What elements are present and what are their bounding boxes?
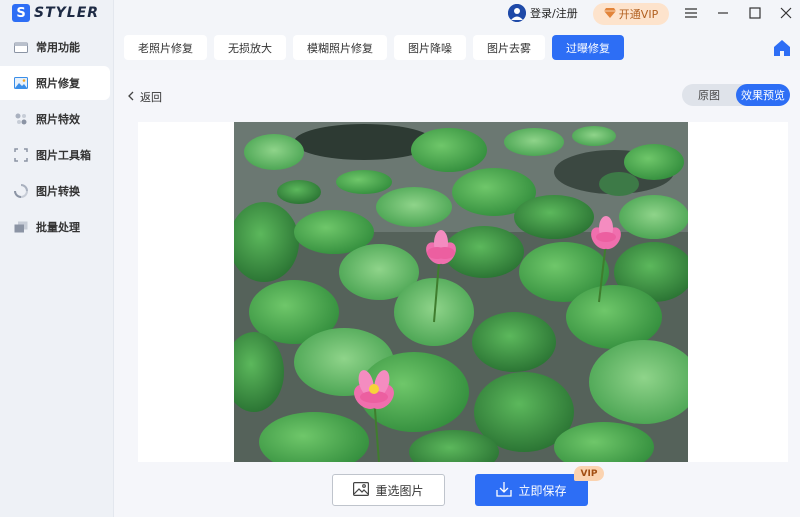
image-icon xyxy=(14,76,28,90)
download-icon xyxy=(496,481,513,500)
login-label[interactable]: 登录/注册 xyxy=(530,5,578,21)
sidebar-item-label: 常用功能 xyxy=(36,41,80,54)
close-icon[interactable] xyxy=(779,6,793,20)
sidebar: S STYLER 常用功能 照片修复 照片特效 图片工具箱 图片转换 批量处理 xyxy=(0,0,114,517)
sidebar-item-convert[interactable]: 图片转换 xyxy=(0,174,110,208)
layers-icon xyxy=(14,220,28,234)
app-logo: S STYLER xyxy=(12,4,99,22)
reselect-image-button[interactable]: 重选图片 xyxy=(332,474,445,506)
sidebar-item-photo-repair[interactable]: 照片修复 xyxy=(0,66,110,100)
maximize-icon[interactable] xyxy=(748,6,762,20)
tab-blur-repair[interactable]: 模糊照片修复 xyxy=(293,35,387,60)
toolbox-icon xyxy=(14,40,28,54)
convert-icon xyxy=(14,184,28,198)
sidebar-item-label: 批量处理 xyxy=(36,221,80,234)
diamond-icon xyxy=(603,7,616,21)
preview-photo xyxy=(234,122,688,462)
toggle-original[interactable]: 原图 xyxy=(682,84,736,106)
sidebar-item-common[interactable]: 常用功能 xyxy=(0,30,110,64)
save-now-button[interactable]: 立即保存 xyxy=(475,474,588,506)
tab-old-photo-repair[interactable]: 老照片修复 xyxy=(124,35,207,60)
save-label: 立即保存 xyxy=(518,483,567,498)
minimize-icon[interactable] xyxy=(716,6,730,20)
chevron-left-icon xyxy=(128,91,134,104)
feature-tabs: 老照片修复 无损放大 模糊照片修复 图片降噪 图片去雾 过曝修复 xyxy=(124,35,624,60)
tab-overexposure-repair[interactable]: 过曝修复 xyxy=(552,35,624,60)
toggle-preview[interactable]: 效果预览 xyxy=(736,84,790,106)
logo-text: STYLER xyxy=(34,5,100,21)
user-avatar-icon xyxy=(508,4,526,22)
sidebar-item-batch[interactable]: 批量处理 xyxy=(0,210,110,244)
tab-dehaze[interactable]: 图片去雾 xyxy=(473,35,545,60)
sparkle-icon xyxy=(14,112,28,126)
tab-denoise[interactable]: 图片降噪 xyxy=(394,35,466,60)
logo-mark: S xyxy=(12,4,30,22)
menu-icon[interactable] xyxy=(684,6,698,20)
login-area[interactable]: 登录/注册 xyxy=(508,4,578,22)
reselect-label: 重选图片 xyxy=(375,483,424,498)
sidebar-item-label: 照片特效 xyxy=(36,113,80,126)
vip-label: 开通VIP xyxy=(618,8,659,21)
crop-icon xyxy=(14,148,28,162)
vip-badge: VIP xyxy=(574,466,604,481)
sidebar-item-label: 图片工具箱 xyxy=(36,149,91,162)
sidebar-item-toolbox[interactable]: 图片工具箱 xyxy=(0,138,110,172)
back-button[interactable]: 返回 xyxy=(128,89,162,105)
vip-button[interactable]: 开通VIP xyxy=(593,3,669,25)
tab-lossless-upscale[interactable]: 无损放大 xyxy=(214,35,286,60)
image-icon xyxy=(353,481,370,499)
back-label: 返回 xyxy=(140,91,162,104)
home-icon[interactable] xyxy=(773,39,791,57)
sidebar-item-photo-effects[interactable]: 照片特效 xyxy=(0,102,110,136)
sidebar-item-label: 照片修复 xyxy=(36,77,80,90)
sidebar-nav: 常用功能 照片修复 照片特效 图片工具箱 图片转换 批量处理 xyxy=(0,30,114,246)
view-toggle: 原图 效果预览 xyxy=(682,84,790,106)
sidebar-item-label: 图片转换 xyxy=(36,185,80,198)
